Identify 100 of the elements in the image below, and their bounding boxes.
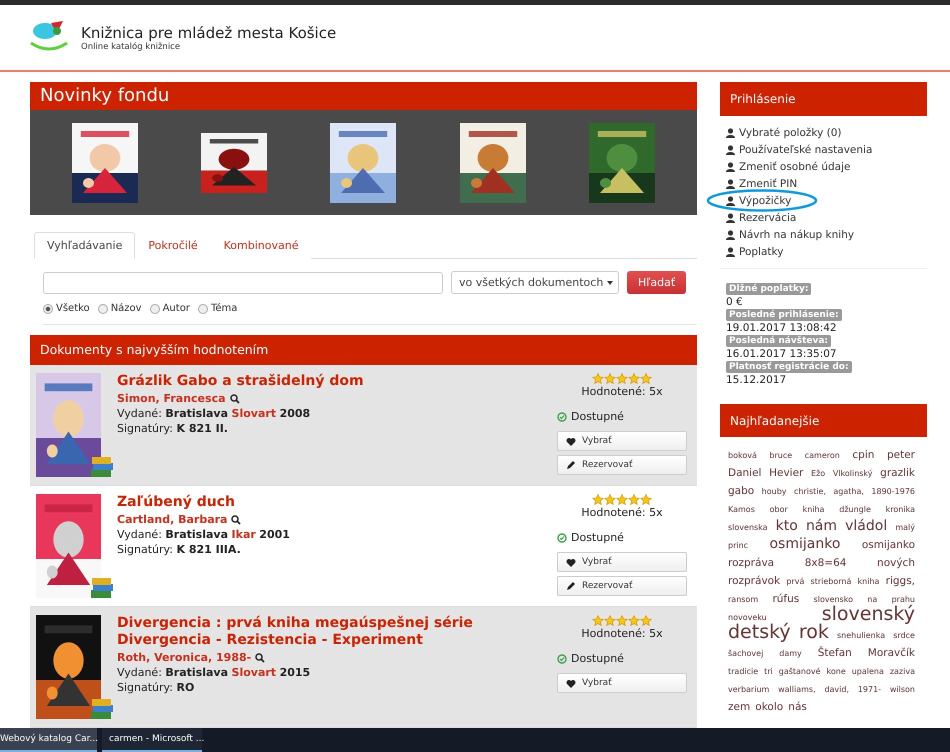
tag-link[interactable]: nových <box>877 557 915 569</box>
tag-link[interactable]: osmijanko <box>862 539 915 551</box>
tag-link[interactable]: houby <box>762 487 787 496</box>
author-link[interactable]: Roth, Veronica, 1988- <box>117 651 252 664</box>
tag-link[interactable]: srdce <box>893 631 915 640</box>
book-title[interactable]: Zaľúbený duch <box>117 494 487 511</box>
tag-link[interactable]: cameron <box>804 451 840 460</box>
tag-link[interactable]: cpin <box>852 449 874 461</box>
tag-link[interactable]: kniha <box>802 505 824 514</box>
tag-link[interactable]: nás <box>788 701 807 713</box>
tag-link[interactable]: malý <box>895 523 915 532</box>
tag-link[interactable]: 1971- <box>858 685 882 694</box>
account-link[interactable]: Poplatky <box>726 243 927 260</box>
tag-link[interactable]: Kamos <box>728 505 755 514</box>
tag-link[interactable]: Štefan <box>818 647 852 659</box>
tag-link[interactable]: verbarium <box>728 685 770 694</box>
search-radio[interactable]: Názov <box>98 303 142 314</box>
tag-link[interactable]: upalena <box>852 667 884 676</box>
select-button[interactable]: Vybrať <box>557 431 687 451</box>
tag-link[interactable]: riggs, <box>886 575 915 587</box>
tag-link[interactable]: Vlkolinský <box>832 469 873 478</box>
rating-count: Hodnotené: 5x <box>581 627 663 640</box>
account-link[interactable]: Zmeniť osobné údaje <box>726 158 927 175</box>
taskbar-button[interactable]: Webový katalog Car... <box>0 728 97 752</box>
tag-link[interactable]: agatha, <box>833 487 864 496</box>
account-link[interactable]: Používateľské nastavenia <box>726 141 927 158</box>
search-button[interactable]: Hľadať <box>627 271 686 294</box>
tag-link[interactable]: vládol <box>845 518 888 534</box>
book-title[interactable]: Divergencia : prvá kniha megaúspešnej série Divergencia - Rezistencia - Experiment <box>117 615 487 649</box>
tag-link[interactable]: Moravčík <box>868 647 915 659</box>
tag-link[interactable]: rozpráva <box>728 557 774 569</box>
tag-link[interactable]: 8x8=64 <box>804 557 846 569</box>
tag-link[interactable]: prahu <box>892 595 915 604</box>
tag-link[interactable]: boková <box>728 451 757 460</box>
tag-link[interactable]: zem <box>728 701 750 713</box>
author-link[interactable]: Cartland, Barbara <box>117 513 228 526</box>
tag-link[interactable]: walliams, <box>778 685 816 694</box>
author-link[interactable]: Simon, Francesca <box>117 392 226 405</box>
search-icon[interactable] <box>230 394 240 404</box>
tag-link[interactable]: kronika <box>886 505 915 514</box>
tag-link[interactable]: gabo <box>728 485 754 497</box>
site-subtitle: Online katalóg knižnice <box>81 42 182 52</box>
star-icon <box>604 615 616 627</box>
tag-link[interactable]: snehulienka <box>836 631 886 640</box>
tag-link[interactable]: ransom <box>728 595 758 604</box>
search-tab[interactable]: Vyhľadávanie <box>34 232 136 260</box>
tag-link[interactable]: kto <box>776 518 798 534</box>
select-button[interactable]: Vybrať <box>557 552 687 572</box>
tag-link[interactable]: 1890-1976 <box>871 487 916 496</box>
tag-link[interactable]: slovensko <box>814 595 853 604</box>
tag-link[interactable]: damy <box>779 649 802 658</box>
tag-link[interactable]: kniha <box>858 577 880 586</box>
select-button[interactable]: Vybrať <box>557 673 687 693</box>
tag-link[interactable]: Ežo <box>811 469 826 478</box>
tag-link[interactable]: peter <box>886 449 916 461</box>
search-radio[interactable]: Téma <box>198 303 238 314</box>
tag-link[interactable]: novoveku <box>728 613 767 622</box>
tag-link[interactable]: rúfus <box>772 593 800 605</box>
tag-link[interactable]: zaziva <box>890 667 915 676</box>
tag-link[interactable]: osmijanko <box>769 536 840 552</box>
search-icon[interactable] <box>231 514 242 524</box>
tag-link[interactable]: prvá <box>786 577 804 586</box>
star-icon <box>640 615 652 627</box>
tag-link[interactable]: tri <box>764 667 773 676</box>
tag-link[interactable]: Daniel <box>728 467 762 479</box>
tag-link[interactable]: gaštanové <box>778 667 821 676</box>
search-field[interactable] <box>43 272 443 294</box>
signature-line: Signatúry: RO <box>117 681 196 694</box>
tag-link[interactable]: šachovej <box>728 649 764 658</box>
account-link[interactable]: Vybraté položky (0) <box>726 124 927 141</box>
tag-link[interactable]: david, <box>824 685 849 694</box>
tag-link[interactable]: Hevier <box>769 467 804 479</box>
tag-link[interactable]: okolo <box>755 701 784 713</box>
search-radio[interactable]: Všetko <box>43 303 90 314</box>
tag-link[interactable]: na <box>867 595 878 604</box>
account-link[interactable]: Rezervácia <box>726 209 927 226</box>
tag-link[interactable]: bruce <box>769 451 792 460</box>
tag-link[interactable]: grazlik <box>880 467 915 479</box>
tag-link[interactable]: tradicie <box>728 667 758 676</box>
tag-link[interactable]: slovenska <box>728 523 768 532</box>
reserve-button[interactable]: Rezervovať <box>557 576 687 596</box>
tag-link[interactable]: detský <box>728 621 791 643</box>
book-title[interactable]: Grázlik Gabo a strašidelný dom <box>117 373 487 390</box>
tag-link[interactable]: nám <box>806 518 838 534</box>
taskbar-button[interactable]: carmen - Microsoft ... <box>102 728 202 752</box>
search-icon[interactable] <box>255 652 266 662</box>
search-radio[interactable]: Autor <box>150 303 190 314</box>
tag-link[interactable]: džungle <box>839 505 871 514</box>
tag-link[interactable]: wilson <box>890 685 915 694</box>
account-link[interactable]: Zmeniť PIN <box>726 175 927 192</box>
tag-link[interactable]: christie, <box>794 487 826 496</box>
tag-link[interactable]: rozprávok <box>728 575 780 587</box>
tag-link[interactable]: obor <box>770 505 788 514</box>
tag-link[interactable]: princ <box>728 541 748 550</box>
reserve-button[interactable]: Rezervovať <box>557 455 687 475</box>
account-link[interactable]: Výpožičky <box>726 192 927 209</box>
tag-link[interactable]: strieborná <box>810 577 852 586</box>
scope-dropdown[interactable]: vo všetkých dokumentoch <box>451 271 619 294</box>
tag-link[interactable]: kone <box>826 667 846 676</box>
account-link[interactable]: Návrh na nákup knihy <box>726 226 927 243</box>
